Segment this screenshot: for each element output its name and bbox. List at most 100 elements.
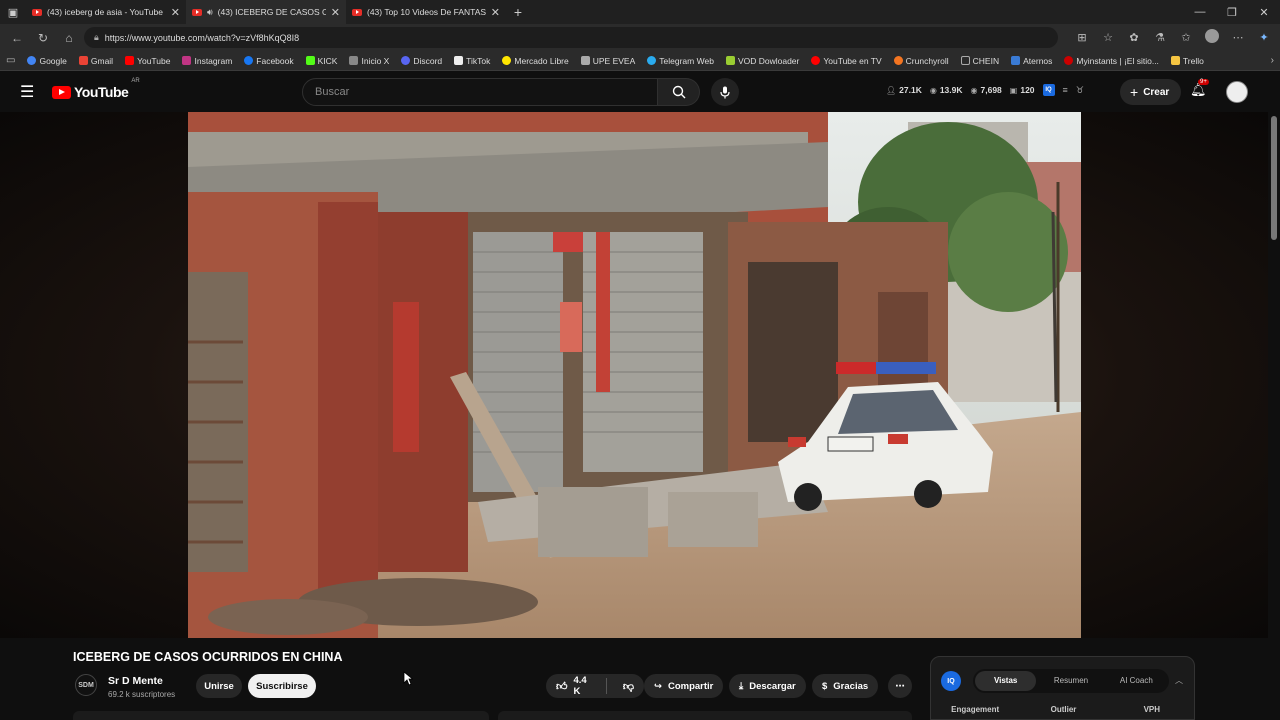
tab-close-icon[interactable]: ✕ — [331, 6, 340, 19]
favorite-star-icon[interactable]: ☆ — [1098, 31, 1118, 44]
share-label: Compartir — [667, 680, 714, 692]
refresh-icon[interactable]: ↻ — [32, 31, 54, 45]
tab-actions-icon[interactable]: ▣ — [0, 0, 26, 24]
scrollbar-thumb[interactable] — [1271, 116, 1277, 240]
eye-icon: ◉ — [929, 85, 937, 95]
mercado-libre-icon — [502, 56, 512, 65]
new-tab-button[interactable]: + — [506, 4, 530, 20]
tab-top10-fantasmas[interactable]: (43) Top 10 Videos De FANTASMAS ✕ — [346, 0, 506, 24]
apps-icon[interactable]: ⊞ — [1072, 31, 1092, 44]
tab-resumen[interactable]: Resumen — [1040, 671, 1101, 691]
bookmark-upe-evea[interactable]: UPE EVEA — [580, 56, 635, 66]
favorites-icon[interactable]: ✩ — [1176, 31, 1196, 44]
video-info: ICEBERG DE CASOS OCURRIDOS EN CHINA SDM … — [0, 638, 1268, 720]
dislike-button[interactable]: 👎︎ — [613, 674, 644, 698]
metric-engagement: Engagement — [951, 705, 1000, 714]
copilot-icon[interactable]: ✦ — [1254, 31, 1274, 44]
voice-search-button[interactable] — [711, 78, 739, 106]
bookmark-youtube[interactable]: YouTube — [125, 56, 170, 66]
more-menu-icon[interactable]: ⋯ — [1228, 31, 1248, 44]
bookmark-tiktok[interactable]: TikTok — [454, 56, 490, 66]
bookmarks-menu-icon[interactable]: ▭ — [6, 55, 15, 66]
bookmark-telegram[interactable]: Telegram Web — [647, 56, 714, 66]
list-icon[interactable]: ≡ — [1063, 85, 1068, 95]
bookmark-x[interactable]: Inicio X — [349, 56, 389, 66]
telegram-icon — [647, 56, 657, 65]
restore-icon[interactable]: ❐ — [1216, 6, 1248, 19]
bookmark-label: YouTube — [137, 55, 171, 66]
crunchyroll-icon — [893, 56, 903, 65]
vidiq-icon[interactable]: IQ — [1042, 84, 1055, 96]
bookmark-aternos[interactable]: Aternos — [1011, 56, 1052, 66]
award-icon[interactable]: ♉︎ — [1076, 85, 1084, 96]
bookmark-gmail[interactable]: Gmail — [78, 56, 113, 66]
bookmark-label: Discord — [413, 55, 443, 66]
search-input[interactable] — [302, 78, 659, 106]
download-button[interactable]: ⤓ Descargar — [729, 674, 806, 698]
subscribe-button[interactable]: Suscribirse — [248, 674, 316, 698]
minimize-icon[interactable]: — — [1184, 6, 1216, 19]
site-info-icon[interactable]: 🔒︎ — [94, 32, 99, 43]
bookmark-discord[interactable]: Discord — [401, 56, 442, 66]
page-scrollbar[interactable] — [1268, 112, 1280, 720]
menu-icon[interactable]: ☰ — [20, 82, 40, 102]
video-frame[interactable] — [188, 112, 1081, 638]
thanks-button[interactable]: $ Gracias — [812, 674, 879, 698]
vidiq-logo-icon[interactable]: IQ — [941, 671, 961, 691]
bookmarks-overflow-icon[interactable]: › — [1271, 55, 1274, 66]
kick-icon — [305, 56, 315, 65]
bookmark-chein[interactable]: CHEIN — [960, 55, 1000, 66]
bookmark-google[interactable]: Google — [27, 55, 67, 66]
tab-close-icon[interactable]: ✕ — [491, 6, 500, 19]
bookmark-label: Google — [39, 55, 67, 66]
more-actions-button[interactable]: ⋯ — [888, 674, 912, 698]
account-avatar[interactable] — [1226, 81, 1248, 103]
channel-avatar[interactable]: SDM — [75, 674, 97, 696]
tools-icon[interactable]: ⚗ — [1150, 31, 1170, 44]
bookmark-crunchyroll[interactable]: Crunchyroll — [893, 56, 949, 66]
logo-text: YouTube — [74, 84, 129, 100]
bookmark-label: CHEIN — [972, 55, 1000, 66]
share-button[interactable]: ↪ Compartir — [644, 674, 724, 698]
gmail-icon — [78, 56, 88, 65]
bookmark-instagram[interactable]: Instagram — [182, 56, 232, 66]
notifications-button[interactable]: 🔔︎ 9+ — [1190, 79, 1209, 98]
join-button[interactable]: Unirse — [196, 674, 242, 698]
youtube-logo[interactable]: YouTube AR — [52, 78, 140, 100]
address-toolbar: ← ↻ ⌂ 🔒︎ https://www.youtube.com/watch?v… — [0, 24, 1280, 51]
stat-watching: ◉ 7,698 — [971, 85, 1002, 95]
comments-card[interactable] — [498, 711, 912, 720]
tab-iceberg-china[interactable]: 🔊︎ (43) ICEBERG DE CASOS OCURRIDOS ✕ — [186, 0, 346, 24]
back-icon[interactable]: ← — [6, 31, 28, 45]
speaker-icon[interactable]: 🔊︎ — [207, 7, 213, 18]
stat-value: 27.1K — [899, 85, 922, 95]
bookmark-mercado-libre[interactable]: Mercado Libre — [502, 56, 569, 66]
search-icon — [672, 85, 686, 99]
home-icon[interactable]: ⌂ — [58, 31, 80, 45]
video-icon: ▣ — [1009, 85, 1018, 95]
bookmark-label: Inicio X — [361, 55, 390, 66]
tab-ai-coach[interactable]: AI Coach — [1106, 671, 1167, 691]
vidiq-metric-headers: Engagement Outlier VPH — [931, 705, 1196, 714]
description-card[interactable] — [73, 711, 489, 720]
url-bar[interactable]: 🔒︎ https://www.youtube.com/watch?v=zVf8h… — [84, 27, 1058, 48]
bookmark-kick[interactable]: KICK — [305, 56, 337, 66]
tab-close-icon[interactable]: ✕ — [171, 6, 180, 19]
bookmark-vod-downloader[interactable]: VOD Dowloader — [725, 56, 799, 66]
create-button[interactable]: + Crear — [1120, 79, 1182, 105]
tab-vistas[interactable]: Vistas — [975, 671, 1037, 691]
bookmark-myinstants[interactable]: Myinstants | ¡El sitio... — [1064, 56, 1159, 66]
collapse-chevron-icon[interactable]: ︿ — [1175, 675, 1183, 686]
like-button[interactable]: 👍︎ 4.4 K — [546, 674, 600, 698]
profile-avatar[interactable] — [1202, 29, 1222, 46]
video-player[interactable] — [0, 112, 1268, 638]
bookmark-facebook[interactable]: Facebook — [244, 56, 294, 66]
channel-name[interactable]: Sr D Mente — [108, 675, 163, 687]
tab-iceberg-asia[interactable]: (43) iceberg de asia - YouTube ✕ — [26, 0, 186, 24]
close-window-icon[interactable]: ✕ — [1248, 6, 1280, 19]
bookmark-trello[interactable]: Trello — [1170, 56, 1204, 66]
search-button[interactable] — [658, 78, 700, 106]
bookmark-youtube-tv[interactable]: YouTube en TV — [811, 56, 882, 66]
extensions-icon[interactable]: ✿ — [1124, 31, 1144, 44]
search-bar — [302, 78, 700, 106]
